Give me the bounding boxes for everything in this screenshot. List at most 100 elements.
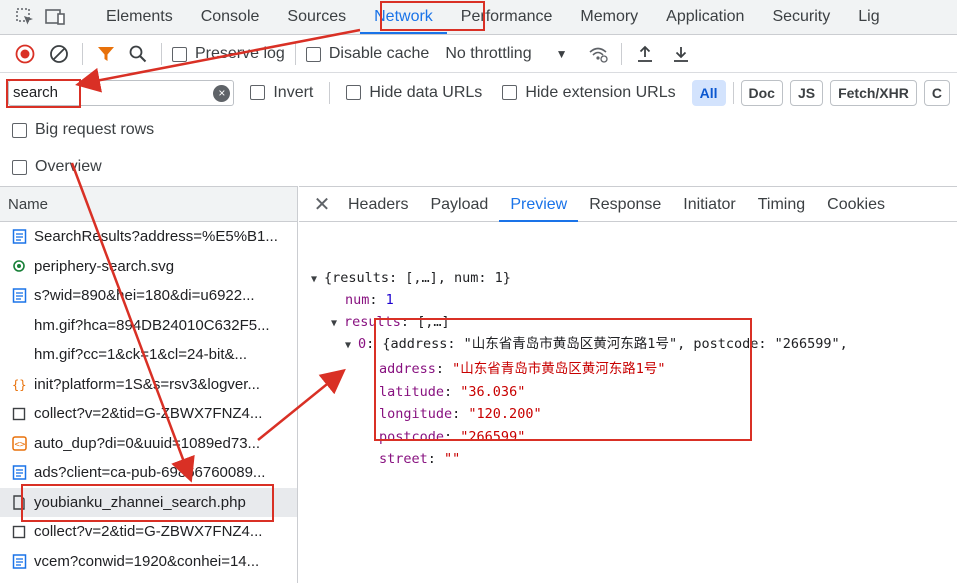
request-row[interactable]: hm.gif?cc=1&ck=1&cl=24-bit&... [0, 340, 297, 370]
hide-data-urls-label: Hide data URLs [369, 83, 483, 101]
expand-triangle-icon[interactable]: ▼ [331, 313, 344, 335]
preserve-log-label: Preserve log [195, 45, 285, 62]
tab-network[interactable]: Network [360, 0, 447, 34]
overview-checkbox[interactable]: Overview [12, 152, 102, 182]
json-icon: {} [11, 376, 27, 392]
doc-icon [11, 553, 27, 569]
inspect-element-icon[interactable] [12, 4, 38, 30]
request-name: auto_dup?di=0&uuid=1089ed73... [34, 434, 261, 452]
throttling-value: No throttling [445, 45, 532, 62]
request-row[interactable]: vcem?conwid=1920&conhei=14... [0, 547, 297, 577]
request-name: periphery-search.svg [34, 257, 175, 275]
filter-icon[interactable] [93, 41, 119, 67]
divider [329, 81, 331, 104]
tab-cookies[interactable]: Cookies [816, 187, 896, 222]
json-results-node[interactable]: ▼ results: [,…] [331, 311, 450, 333]
doc-icon [11, 229, 27, 245]
doc-icon [11, 465, 27, 481]
script-icon: <> [11, 435, 27, 451]
json-object-summary: {address: "山东省青岛市黄岛区黄河东路1号", postcode: "… [382, 336, 848, 352]
disable-cache-label: Disable cache [328, 45, 430, 62]
tab-response[interactable]: Response [578, 187, 672, 222]
json-key: results [344, 314, 401, 330]
json-field: street: "" [379, 451, 461, 467]
request-name: init?platform=1S&s=rsv3&logver... [34, 375, 260, 393]
type-chip-doc[interactable]: Doc [740, 79, 783, 106]
hide-extension-urls-label: Hide extension URLs [525, 83, 676, 101]
request-row[interactable]: ads?client=ca-pub-69866760089... [0, 458, 297, 488]
clear-filter-icon[interactable]: × [213, 84, 231, 102]
throttling-select[interactable]: No throttling ▼ [445, 45, 567, 63]
json-key: 0 [358, 336, 367, 352]
network-conditions-icon[interactable] [585, 41, 611, 67]
request-row[interactable]: s?wid=890&hei=180&di=u6922... [0, 281, 297, 311]
expand-triangle-icon[interactable]: ▼ [345, 335, 358, 357]
checkbox-box[interactable] [12, 159, 27, 175]
json-key: postcode [379, 428, 445, 445]
json-string-value: "120.200" [468, 406, 542, 422]
device-toolbar-icon[interactable] [42, 4, 68, 30]
request-row[interactable]: <> auto_dup?di=0&uuid=1089ed73... [0, 429, 297, 459]
checkbox-box[interactable] [250, 85, 266, 100]
json-key: longitude [379, 406, 453, 422]
type-chip-fetch-xhr[interactable]: Fetch/XHR [830, 79, 917, 106]
tab-lighthouse[interactable]: Lig [844, 0, 893, 34]
request-row[interactable]: {} init?platform=1S&s=rsv3&logver... [0, 370, 297, 400]
request-row[interactable]: hm.gif?hca=894DB24010C632F5... [0, 311, 297, 341]
record-icon[interactable] [12, 41, 38, 67]
disable-cache-checkbox[interactable]: Disable cache [305, 45, 430, 63]
request-row[interactable]: periphery-search.svg [0, 252, 297, 282]
clear-icon[interactable] [46, 41, 72, 67]
request-list: Name SearchResults?address=%E5%B1... peri… [0, 186, 298, 583]
request-name: collect?v=2&tid=G-ZBWX7FNZ4... [34, 405, 263, 423]
checkbox-box[interactable] [12, 122, 27, 138]
tab-payload[interactable]: Payload [419, 187, 499, 222]
svg-text:<>: <> [14, 440, 25, 450]
checkbox-box[interactable] [172, 46, 187, 62]
json-string-value: "36.036" [460, 383, 526, 400]
checkbox-box[interactable] [305, 46, 321, 62]
image-icon [11, 258, 27, 274]
hide-extension-urls-checkbox[interactable]: Hide extension URLs [502, 83, 676, 102]
json-field: latitude: "36.036" [379, 383, 526, 400]
big-request-rows-checkbox[interactable]: Big request rows [12, 115, 154, 145]
request-row[interactable]: collect?v=2&tid=G-ZBWX7FNZ4... [0, 399, 297, 429]
tab-security[interactable]: Security [758, 0, 844, 34]
request-row[interactable]: youbianku_zhannei_search.php [0, 487, 297, 517]
tab-headers[interactable]: Headers [337, 187, 419, 222]
import-har-icon[interactable] [632, 41, 658, 67]
type-chip-js[interactable]: JS [789, 79, 824, 106]
json-field: address: "山东省青岛市黄岛区黄河东路1号" [379, 361, 666, 377]
invert-checkbox[interactable]: Invert [250, 84, 313, 102]
json-root-node[interactable]: ▼ {results: [,…], num: 1} [311, 267, 511, 289]
tab-timing[interactable]: Timing [747, 187, 816, 222]
preserve-log-checkbox[interactable]: Preserve log [172, 45, 285, 63]
filter-input[interactable] [9, 84, 204, 101]
name-column-header[interactable]: Name [0, 186, 297, 222]
type-chip-all[interactable]: All [691, 79, 726, 106]
tab-initiator[interactable]: Initiator [672, 187, 746, 222]
search-icon[interactable] [125, 41, 151, 67]
close-icon[interactable]: ✕ [307, 192, 337, 217]
request-row[interactable]: collect?v=2&tid=G-ZBWX7FNZ4... [0, 517, 297, 547]
export-har-icon[interactable] [668, 41, 694, 67]
tab-console[interactable]: Console [187, 0, 274, 34]
tab-memory[interactable]: Memory [566, 0, 652, 34]
expand-triangle-icon[interactable]: ▼ [311, 269, 324, 291]
json-string-value: "" [444, 451, 461, 467]
checkbox-box[interactable] [346, 85, 362, 100]
request-name: SearchResults?address=%E5%B1... [34, 228, 278, 246]
type-chip-css[interactable]: C [923, 79, 950, 106]
divider [294, 43, 296, 65]
json-field: postcode: "266599" [379, 428, 526, 445]
hide-data-urls-checkbox[interactable]: Hide data URLs [346, 84, 482, 102]
request-row[interactable]: SearchResults?address=%E5%B1... [0, 222, 297, 252]
tab-sources[interactable]: Sources [273, 0, 360, 34]
tab-elements[interactable]: Elements [92, 0, 187, 34]
json-item0-node[interactable]: ▼ 0: {address: "山东省青岛市黄岛区黄河东路1号", postcod… [345, 333, 848, 355]
tab-application[interactable]: Application [652, 0, 758, 34]
tab-performance[interactable]: Performance [447, 0, 567, 34]
checkbox-box[interactable] [502, 85, 518, 100]
tab-preview[interactable]: Preview [499, 187, 579, 222]
request-name: youbianku_zhannei_search.php [34, 493, 246, 511]
